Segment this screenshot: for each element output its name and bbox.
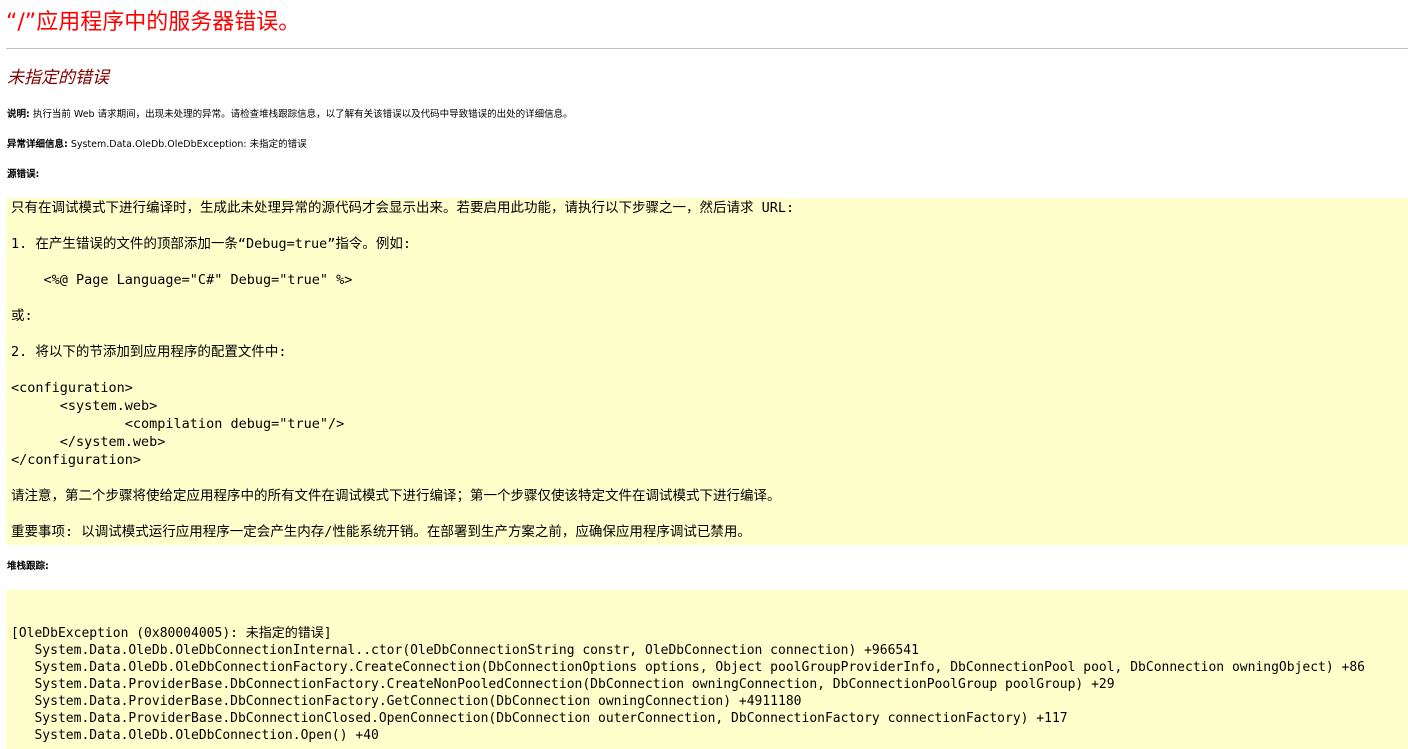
error-heading: 未指定的错误 [7, 68, 109, 88]
description-text: 执行当前 Web 请求期间，出现未处理的异常。请检查堆栈跟踪信息，以了解有关该错… [29, 109, 573, 120]
stack-trace-frame: System.Data.ProviderBase.DbConnectionFac… [11, 694, 802, 709]
source-error-line: 源错误: [7, 168, 39, 182]
source-error-code-line: <%@ Page Language="C#" Debug="true" %> [11, 272, 353, 288]
stack-trace-label: 堆栈跟踪: [7, 561, 49, 572]
stack-trace-frame: System.Data.OleDb.OleDbConnection.Open()… [11, 728, 379, 743]
source-error-text-line: 重要事项: 以调试模式运行应用程序一定会产生内存/性能系统开销。在部署到生产方案… [11, 524, 751, 540]
source-error-text-line: 1. 在产生错误的文件的顶部添加一条“Debug=true”指令。例如: [11, 236, 412, 252]
description-line: 说明: 执行当前 Web 请求期间，出现未处理的异常。请检查堆栈跟踪信息，以了解… [7, 108, 573, 122]
title-divider [6, 48, 1408, 49]
source-error-text-line: 或: [11, 308, 33, 324]
source-error-code-line: <configuration> [11, 380, 133, 396]
stack-trace-frame: System.Data.ProviderBase.DbConnectionClo… [11, 711, 1068, 726]
source-error-code-line: <compilation debug="true"/> [11, 416, 345, 432]
error-page: “/”应用程序中的服务器错误。 未指定的错误 说明: 执行当前 Web 请求期间… [0, 0, 1408, 749]
stack-trace-frame: System.Data.OleDb.OleDbConnectionInterna… [11, 643, 919, 658]
exception-details-line: 异常详细信息: System.Data.OleDb.OleDbException… [7, 138, 307, 152]
source-error-label: 源错误: [7, 169, 40, 180]
stack-trace-frame: System.Data.OleDb.OleDbConnectionFactory… [11, 660, 1366, 675]
source-error-text-line: 只有在调试模式下进行编译时，生成此未处理异常的源代码才会显示出来。若要启用此功能… [11, 200, 795, 216]
exception-details-text: System.Data.OleDb.OleDbException: 未指定的错误 [67, 139, 307, 150]
page-title: “/”应用程序中的服务器错误。 [6, 10, 301, 35]
stack-trace-line: 堆栈跟踪: [7, 560, 49, 574]
source-error-code-line: <system.web> [11, 398, 158, 414]
source-error-text-line: 2. 将以下的节添加到应用程序的配置文件中: [11, 344, 287, 360]
stack-trace-frame: [OleDbException (0x80004005): 未指定的错误] [11, 626, 332, 641]
source-error-box: 只有在调试模式下进行编译时，生成此未处理异常的源代码才会显示出来。若要启用此功能… [6, 198, 1408, 545]
description-label: 说明: [7, 109, 30, 120]
stack-trace-box: [OleDbException (0x80004005): 未指定的错误] Sy… [6, 590, 1408, 749]
source-error-text-line: 请注意，第二个步骤将使给定应用程序中的所有文件在调试模式下进行编译；第一个步骤仅… [11, 488, 781, 504]
exception-details-label: 异常详细信息: [7, 139, 68, 150]
source-error-code-line: </system.web> [11, 434, 166, 450]
stack-trace-frame: System.Data.ProviderBase.DbConnectionFac… [11, 677, 1115, 692]
source-error-code-line: </configuration> [11, 452, 142, 468]
